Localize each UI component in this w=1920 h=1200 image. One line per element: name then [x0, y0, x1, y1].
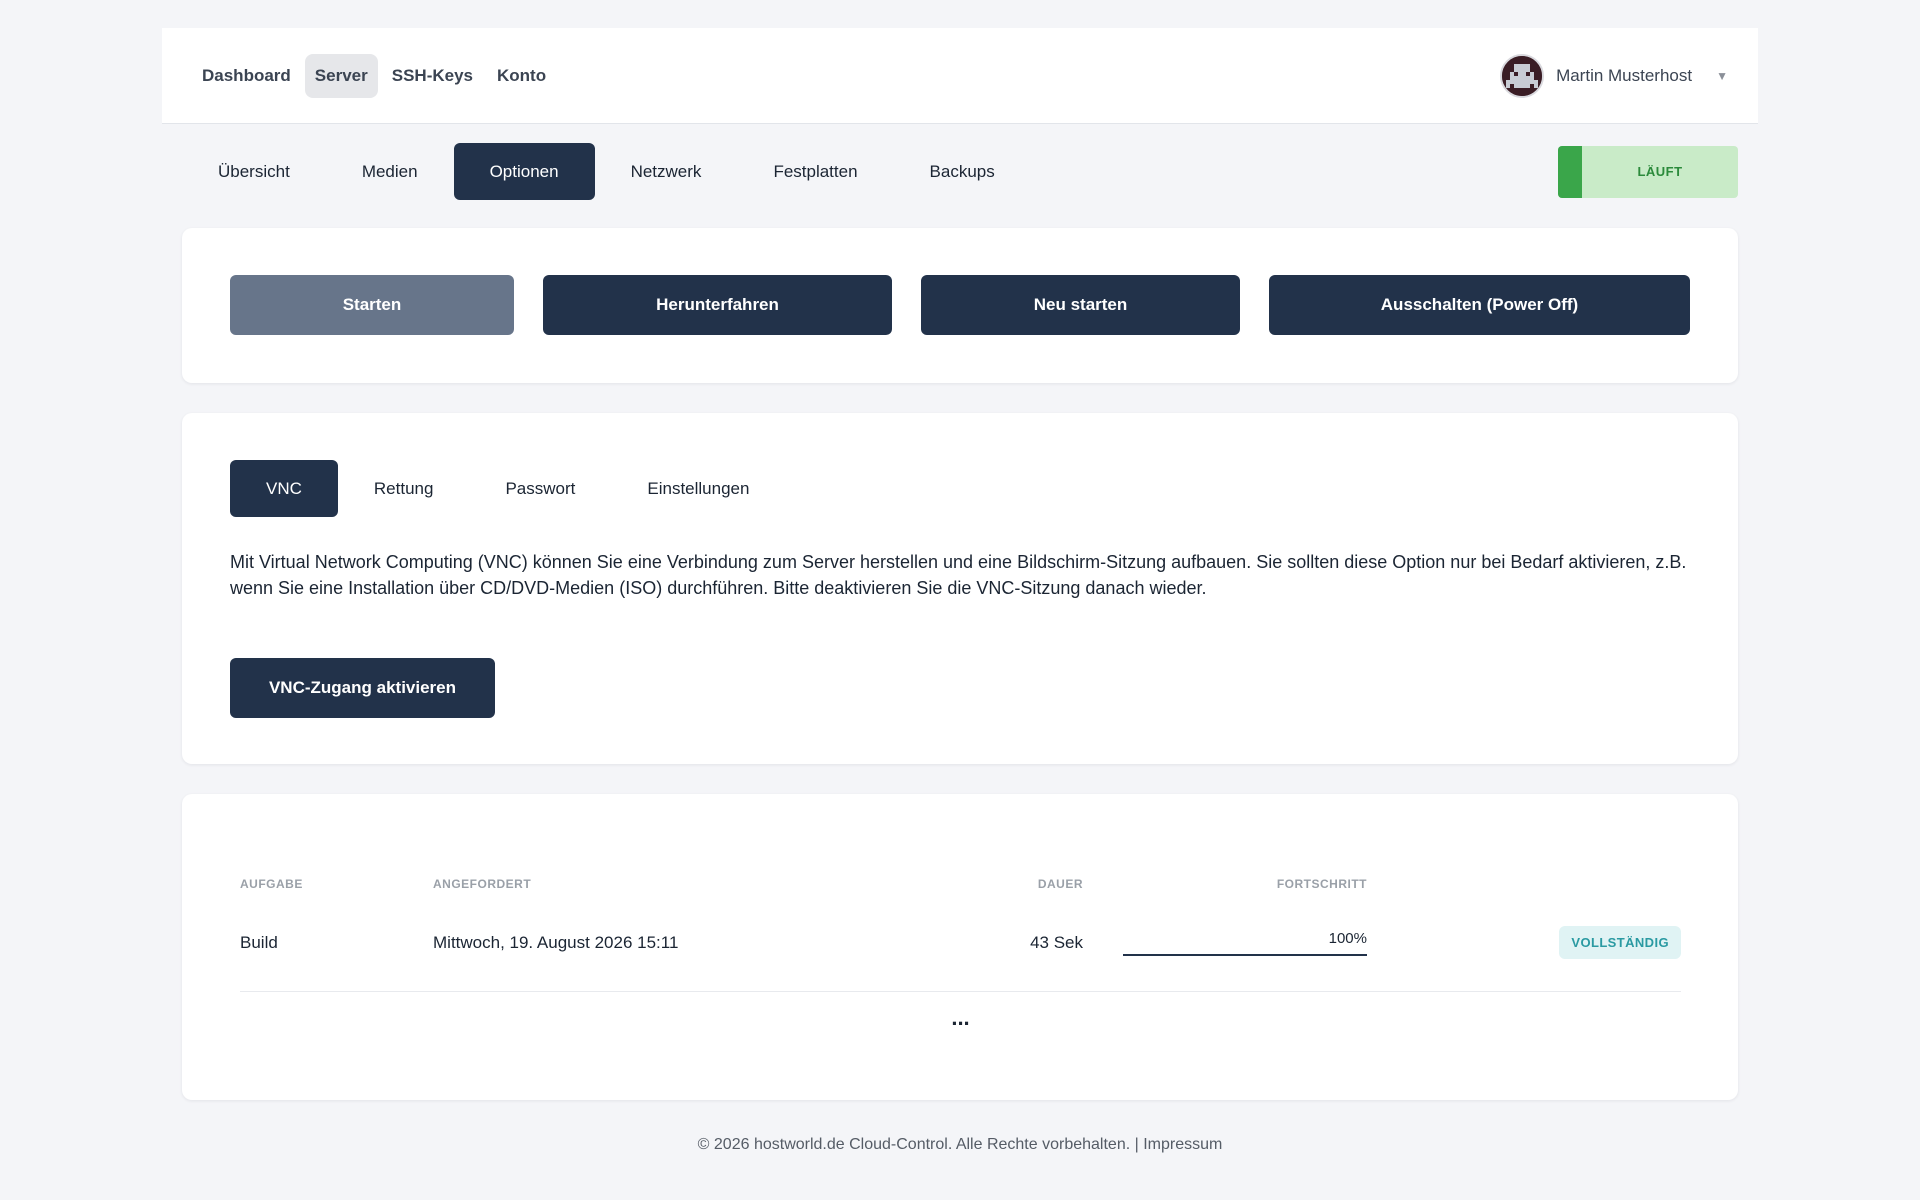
shutdown-button[interactable]: Herunterfahren: [543, 275, 892, 335]
vnc-description: Mit Virtual Network Computing (VNC) könn…: [230, 552, 1687, 598]
tab-backups[interactable]: Backups: [894, 143, 1031, 200]
server-status-badge: LÄUFT: [1558, 145, 1738, 198]
table-row: Build Mittwoch, 19. August 2026 15:11 43…: [240, 894, 1681, 992]
task-progress-cell: 100%: [1083, 926, 1367, 960]
progress-percent: 100%: [1328, 929, 1367, 947]
caret-down-icon: ▼: [1716, 68, 1728, 83]
status-indicator: [1558, 145, 1582, 198]
options-tabs: VNC Rettung Passwort Einstellungen: [230, 460, 1690, 517]
header-duration: DAUER: [1037, 877, 1083, 891]
avatar-pixel-icon: [1500, 53, 1545, 98]
server-content: Übersicht Medien Optionen Netzwerk Festp…: [182, 143, 1738, 1154]
vnc-activate-button[interactable]: VNC-Zugang aktivieren: [230, 658, 495, 718]
task-duration: 43 Sek: [1030, 932, 1083, 952]
task-list-card: AUFGABE ANGEFORDERT DAUER FORTSCHRITT Bu…: [182, 794, 1738, 1100]
server-tabs-row: Übersicht Medien Optionen Netzwerk Festp…: [182, 143, 1738, 200]
tab-vnc[interactable]: VNC: [230, 460, 338, 517]
progress-bar: 100%: [1123, 926, 1367, 960]
impressum-link[interactable]: Impressum: [1143, 1136, 1222, 1153]
nav-dashboard[interactable]: Dashboard: [192, 54, 301, 98]
power-off-button[interactable]: Ausschalten (Power Off): [1269, 275, 1690, 335]
tab-netzwerk[interactable]: Netzwerk: [595, 143, 738, 200]
progress-fill: [1123, 953, 1367, 956]
nav-server[interactable]: Server: [304, 53, 378, 98]
user-name: Martin Musterhost: [1556, 65, 1693, 85]
server-tabs: Übersicht Medien Optionen Netzwerk Festp…: [182, 143, 1031, 200]
status-label: LÄUFT: [1637, 164, 1683, 179]
tab-einstellungen[interactable]: Einstellungen: [611, 460, 785, 517]
nav-konto[interactable]: Konto: [487, 54, 556, 98]
footer-copyright: © 2026 hostworld.de Cloud-Control. Alle …: [697, 1136, 1144, 1153]
top-navigation: Dashboard Server SSH-Keys Konto Martin M…: [162, 28, 1758, 124]
tab-uebersicht[interactable]: Übersicht: [182, 143, 326, 200]
tab-rettung[interactable]: Rettung: [338, 460, 470, 517]
footer: © 2026 hostworld.de Cloud-Control. Alle …: [182, 1136, 1738, 1154]
more-ellipsis[interactable]: ...: [240, 1007, 1681, 1029]
nav-ssh-keys[interactable]: SSH-Keys: [382, 54, 483, 98]
restart-button[interactable]: Neu starten: [921, 275, 1240, 335]
tab-festplatten[interactable]: Festplatten: [737, 143, 893, 200]
main-nav: Dashboard Server SSH-Keys Konto: [192, 53, 556, 98]
tab-medien[interactable]: Medien: [326, 143, 454, 200]
task-status-cell: VOLLSTÄNDIG: [1367, 926, 1681, 959]
tab-optionen[interactable]: Optionen: [453, 143, 595, 200]
tab-passwort[interactable]: Passwort: [469, 460, 611, 517]
user-menu[interactable]: Martin Musterhost ▼: [1500, 53, 1728, 98]
task-table-header: AUFGABE ANGEFORDERT DAUER FORTSCHRITT: [240, 794, 1681, 894]
app-container: Dashboard Server SSH-Keys Konto Martin M…: [162, 28, 1758, 1154]
header-progress: FORTSCHRITT: [1276, 877, 1367, 891]
task-requested: Mittwoch, 19. August 2026 15:11: [433, 932, 679, 952]
status-badge: VOLLSTÄNDIG: [1559, 926, 1681, 959]
task-name: Build: [240, 932, 278, 952]
options-card: VNC Rettung Passwort Einstellungen Mit V…: [182, 413, 1738, 764]
header-task: AUFGABE: [240, 877, 303, 891]
header-requested: ANGEFORDERT: [433, 877, 532, 891]
start-button[interactable]: Starten: [230, 275, 514, 335]
power-actions-card: Starten Herunterfahren Neu starten Aussc…: [182, 228, 1738, 383]
